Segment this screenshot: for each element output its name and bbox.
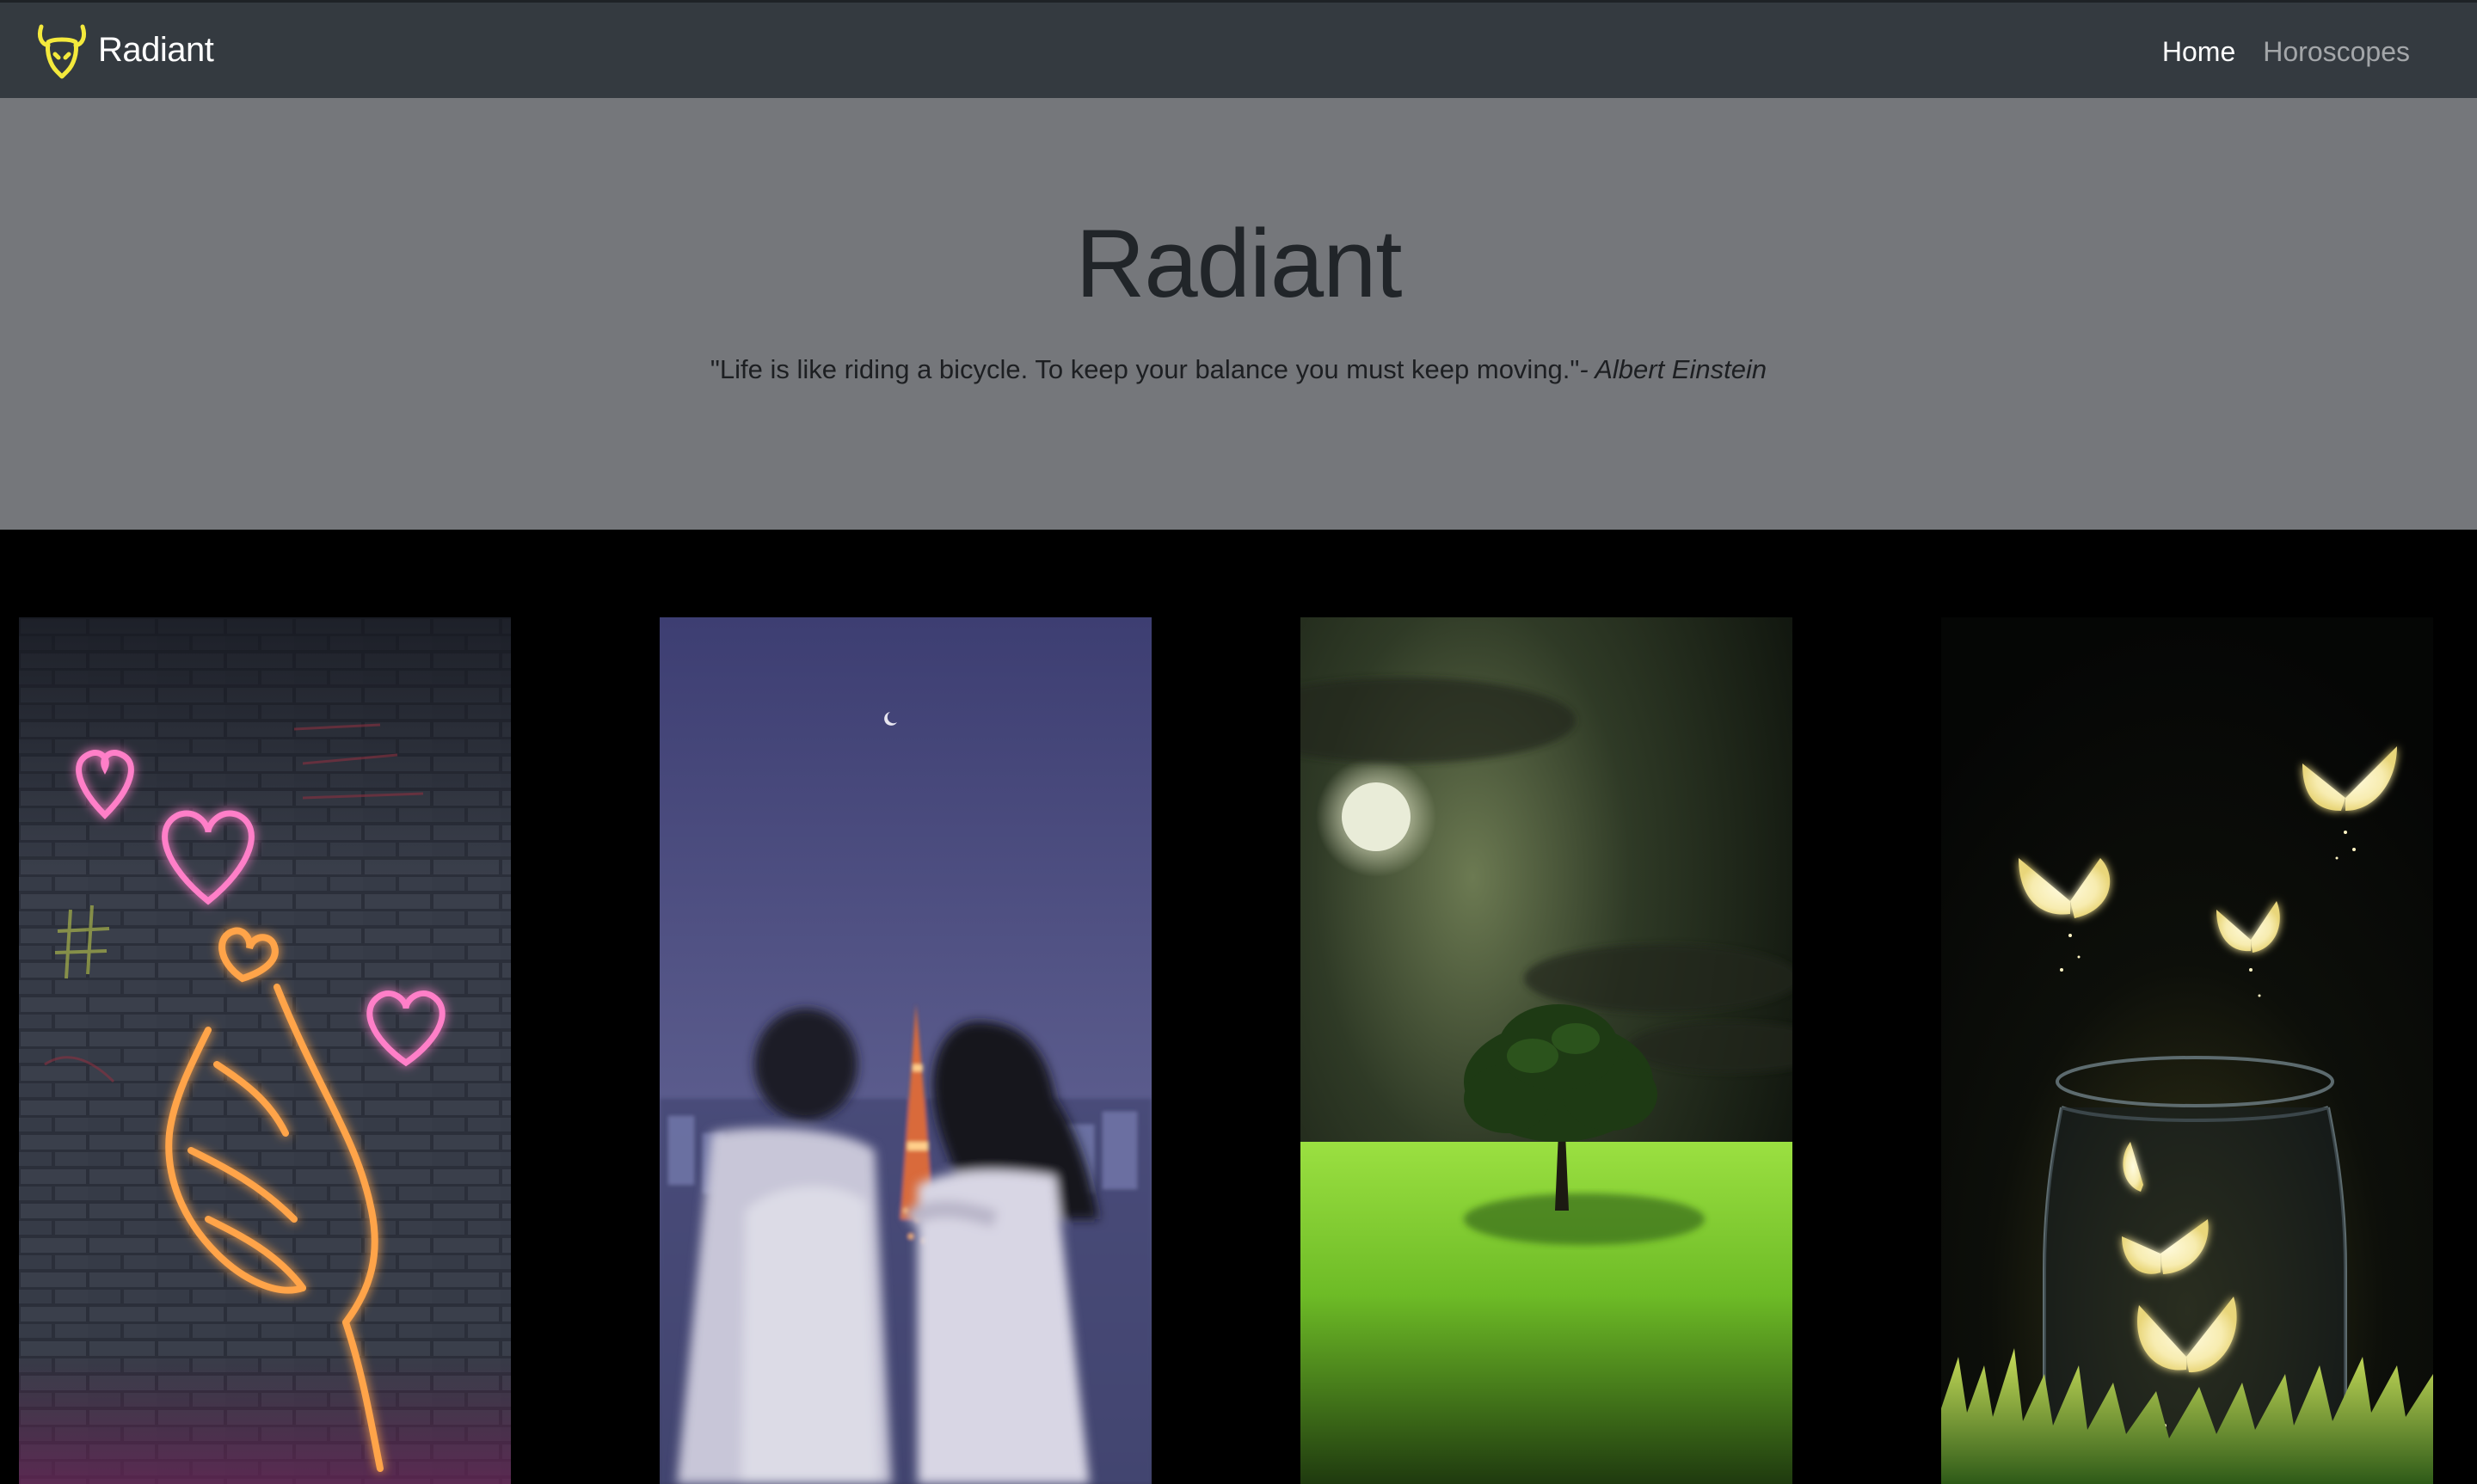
nav-link-home[interactable]: Home bbox=[2162, 32, 2235, 71]
nav-links: Home Horoscopes bbox=[2162, 32, 2410, 71]
hero-quote: "Life is like riding a bicycle. To keep … bbox=[0, 354, 2477, 385]
nav-link-horoscopes[interactable]: Horoscopes bbox=[2263, 32, 2410, 71]
neon-hearts-finger-heart-image bbox=[19, 617, 511, 1484]
quote-text: "Life is like riding a bicycle. To keep … bbox=[710, 354, 1580, 384]
image-gallery bbox=[0, 530, 2477, 1484]
couple-tokyo-tower-night-image bbox=[660, 617, 1152, 1484]
brand-name: Radiant bbox=[98, 30, 214, 69]
gallery-card-1[interactable] bbox=[19, 617, 511, 1484]
bull-head-logo-icon bbox=[37, 24, 87, 79]
gallery-card-3[interactable] bbox=[1300, 617, 1792, 1484]
hero-title: Radiant bbox=[1075, 210, 1402, 317]
moonlit-tree-field-image bbox=[1300, 617, 1792, 1484]
gallery-card-4[interactable] bbox=[1941, 617, 2433, 1484]
hero-jumbotron: Radiant "Life is like riding a bicycle. … bbox=[0, 98, 2477, 530]
glowing-butterflies-jar-image bbox=[1941, 617, 2433, 1484]
top-navbar: Radiant Home Horoscopes bbox=[0, 0, 2477, 98]
brand-link[interactable]: Radiant bbox=[34, 20, 214, 80]
quote-author: - Albert Einstein bbox=[1579, 354, 1767, 384]
gallery-card-2[interactable] bbox=[660, 617, 1152, 1484]
